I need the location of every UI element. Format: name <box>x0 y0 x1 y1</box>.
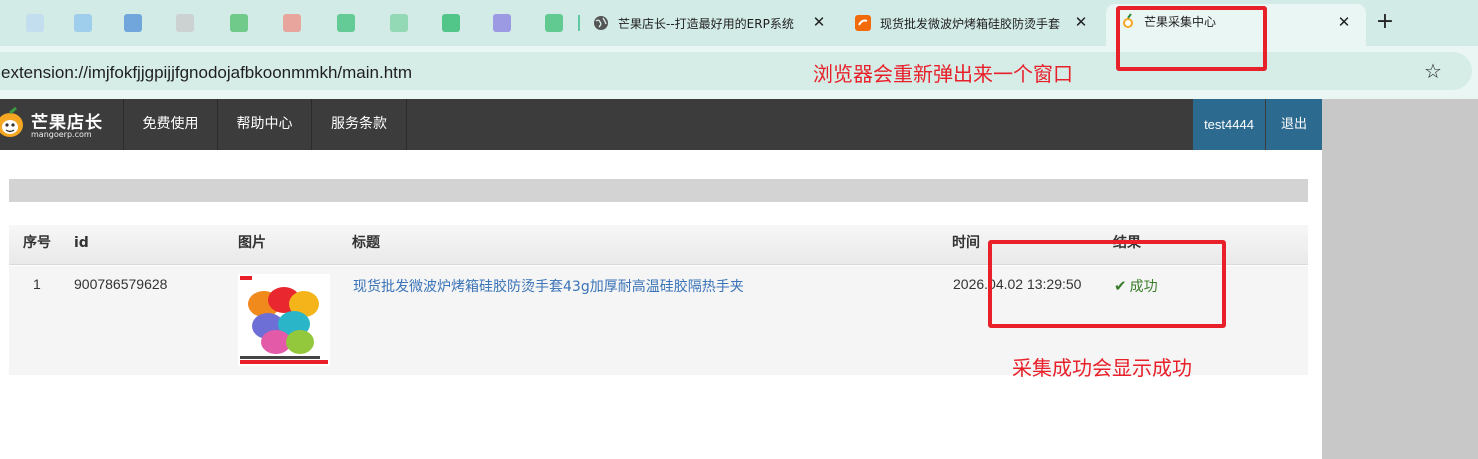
column-header-image: 图片 <box>238 235 266 251</box>
close-icon[interactable]: ✕ <box>1071 12 1091 32</box>
close-icon[interactable]: ✕ <box>1334 12 1354 32</box>
tab-mango-erp[interactable]: 芒果店长--打造最好用的ERP系统 ✕ <box>593 6 838 42</box>
pinned-tab-icon[interactable] <box>545 14 563 32</box>
annotation-success-note: 采集成功会显示成功 <box>1012 356 1192 380</box>
column-header-id: id <box>74 235 89 251</box>
pinned-tab-icon[interactable] <box>493 14 511 32</box>
pinned-tab-icon[interactable] <box>230 14 248 32</box>
bookmark-star-icon[interactable]: ☆ <box>1424 59 1442 83</box>
pinned-tab-icon[interactable] <box>390 14 408 32</box>
product-image <box>238 274 330 366</box>
nav-terms[interactable]: 服务条款 <box>312 99 407 150</box>
pinned-tabs <box>0 10 585 36</box>
user-account[interactable]: test4444 <box>1193 99 1265 150</box>
pinned-tab-icon[interactable] <box>26 14 44 32</box>
tab-separator <box>578 15 580 31</box>
row-index: 1 <box>33 276 41 292</box>
pinned-tab-icon[interactable] <box>74 14 92 32</box>
pinned-tab-icon[interactable] <box>337 14 355 32</box>
row-id: 900786579628 <box>74 276 168 292</box>
nav-free-use[interactable]: 免费使用 <box>124 99 218 150</box>
column-header-index: 序号 <box>23 235 51 251</box>
column-header-title: 标题 <box>352 235 380 251</box>
url-text[interactable]: extension://imjfokfjjgpijjfgnodojafbkoon… <box>1 63 412 83</box>
tab-title: 现货批发微波炉烤箱硅胶防烫手套 <box>880 17 1060 31</box>
pinned-tab-icon[interactable] <box>442 14 460 32</box>
tab-product[interactable]: 现货批发微波炉烤箱硅胶防烫手套 ✕ <box>855 6 1100 42</box>
pinned-tab-icon[interactable] <box>283 14 301 32</box>
annotation-popup-note: 浏览器会重新弹出来一个窗口 <box>813 62 1073 86</box>
site-navbar: 芒果店长 mangoerp.com 免费使用 帮助中心 服务条款 test444… <box>0 99 1322 150</box>
product-thumbnail[interactable] <box>238 274 330 366</box>
tab-title: 芒果店长--打造最好用的ERP系统 <box>618 17 794 31</box>
product-title-link[interactable]: 现货批发微波炉烤箱硅胶防烫手套43g加厚耐高温硅胶隔热手夹 <box>353 276 744 296</box>
nav-help-center[interactable]: 帮助中心 <box>218 99 312 150</box>
new-tab-button[interactable]: + <box>1373 11 1397 35</box>
pinned-tab-icon[interactable] <box>124 14 142 32</box>
logo-subtitle: mangoerp.com <box>31 130 92 139</box>
close-icon[interactable]: ✕ <box>809 12 829 32</box>
progress-bar-track <box>9 179 1308 202</box>
site-logo[interactable]: 芒果店长 mangoerp.com <box>0 99 124 150</box>
logout-button[interactable]: 退出 <box>1266 99 1322 150</box>
alibaba-icon <box>855 15 871 31</box>
column-header-time: 时间 <box>952 235 980 251</box>
pinned-tab-icon[interactable] <box>176 14 194 32</box>
highlight-box-tab <box>1116 6 1267 71</box>
globe-icon <box>594 16 608 30</box>
mango-logo-icon <box>0 107 23 137</box>
highlight-box-result <box>988 240 1226 328</box>
page-side-gutter <box>1322 99 1478 459</box>
